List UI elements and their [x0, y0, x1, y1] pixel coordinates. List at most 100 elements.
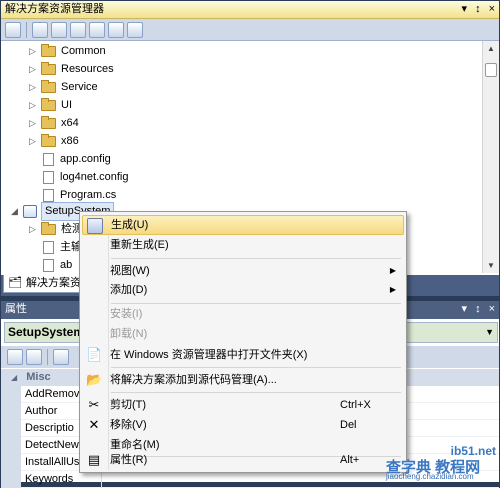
- menu-item-label: 剪切(T): [110, 399, 147, 411]
- menu-item-label: 卸载(N): [110, 328, 148, 340]
- menu-shortcut: Alt+: [340, 454, 360, 466]
- menu-item-add[interactable]: 添加(D) ▶: [82, 280, 404, 300]
- pin-icon[interactable]: ↕: [475, 1, 481, 18]
- output-file-icon: [43, 241, 54, 254]
- tree-item-common[interactable]: ▷ Common: [29, 43, 106, 60]
- expand-arrow-icon[interactable]: ▷: [29, 61, 41, 78]
- config-file-icon: [43, 153, 54, 166]
- properties-title: 属性: [5, 303, 27, 315]
- object-name: SetupSystem: [8, 325, 85, 339]
- menu-item-view[interactable]: 视图(W) ▶: [82, 261, 404, 281]
- close-icon[interactable]: ×: [489, 1, 495, 18]
- tree-vertical-scrollbar[interactable]: ▲ ▼: [482, 41, 499, 273]
- tree-item-ui[interactable]: ▷ UI: [29, 97, 72, 114]
- expand-arrow-icon[interactable]: ▷: [29, 97, 41, 114]
- chevron-down-icon[interactable]: ▼: [485, 323, 494, 342]
- property-name: Keywords: [25, 473, 74, 485]
- expand-arrow-icon[interactable]: ▷: [29, 79, 41, 96]
- tree-item-log4net-config[interactable]: log4net.config: [41, 169, 129, 186]
- remove-icon: ✕: [88, 417, 100, 432]
- folder-icon: [41, 44, 56, 57]
- solution-explorer-toolbar: [1, 19, 499, 41]
- tree-item-resources[interactable]: ▷ Resources: [29, 61, 114, 78]
- scroll-up-icon[interactable]: ▲: [487, 44, 495, 53]
- solution-explorer-title-bar[interactable]: 解决方案资源管理器 ▾ ↕ ×: [1, 1, 499, 19]
- property-value[interactable]: [101, 471, 500, 488]
- scroll-thumb[interactable]: [485, 63, 497, 77]
- window-position-icon[interactable]: ▾: [462, 1, 468, 18]
- row-gutter: [1, 403, 21, 420]
- tab-solution-explorer[interactable]: 🗂 解决方案资: [3, 275, 88, 293]
- folder-icon: [41, 80, 56, 93]
- property-pages-icon[interactable]: [53, 349, 69, 365]
- show-all-files-icon[interactable]: [32, 21, 48, 38]
- setup-project-icon: [23, 205, 37, 218]
- tree-item-detect[interactable]: ▷ 检测: [29, 221, 83, 238]
- csharp-file-icon: [43, 189, 54, 202]
- menu-separator: [111, 367, 401, 368]
- row-gutter: [1, 420, 21, 437]
- menu-item-properties[interactable]: ▤ 属性(R) Alt+: [82, 450, 404, 470]
- view-code-icon[interactable]: [70, 21, 86, 38]
- folder-icon: [41, 98, 56, 111]
- expand-arrow-icon[interactable]: ▷: [29, 43, 41, 60]
- solution-explorer-tab-icon: 🗂: [8, 277, 22, 289]
- tree-item-primary-output[interactable]: 主输: [41, 239, 82, 256]
- folder-icon: [41, 134, 56, 147]
- property-name: Author: [25, 405, 58, 417]
- folder-icon: [41, 62, 56, 75]
- cut-icon: ✂: [88, 397, 100, 412]
- tree-item-x86[interactable]: ▷ x86: [29, 133, 79, 150]
- menu-item-uninstall[interactable]: 卸载(N): [82, 324, 404, 344]
- close-icon[interactable]: ×: [489, 301, 495, 318]
- expand-arrow-icon[interactable]: ▷: [29, 115, 41, 132]
- tree-item-label: ab: [60, 259, 73, 271]
- submenu-arrow-icon: ▶: [389, 285, 396, 294]
- class-diagram-icon[interactable]: [108, 21, 124, 38]
- source-control-icon: 📂: [86, 372, 103, 387]
- build-icon: [87, 218, 103, 234]
- menu-item-rebuild[interactable]: 重新生成(E): [82, 235, 404, 255]
- row-gutter: [1, 454, 21, 471]
- expand-arrow-icon[interactable]: ▷: [29, 221, 41, 238]
- submenu-arrow-icon: ▶: [389, 266, 396, 275]
- collapse-arrow-icon[interactable]: ◢: [11, 203, 23, 220]
- property-name: Descriptio: [25, 422, 74, 434]
- view-designer-icon[interactable]: [89, 21, 105, 38]
- alphabetical-icon[interactable]: [26, 349, 42, 365]
- tree-item-label: Common: [61, 45, 106, 57]
- window-position-icon[interactable]: ▾: [462, 301, 468, 318]
- tree-item-x64[interactable]: ▷ x64: [29, 115, 79, 132]
- scroll-down-icon[interactable]: ▼: [487, 261, 495, 270]
- properties-icon[interactable]: [5, 21, 21, 38]
- menu-item-remove[interactable]: ✕ 移除(V) Del: [82, 415, 404, 435]
- tree-item-app-config[interactable]: app.config: [41, 151, 111, 168]
- toolbar-separator: [47, 349, 48, 365]
- menu-item-add-to-source-control[interactable]: 📂 将解决方案添加到源代码管理(A)...: [82, 370, 404, 390]
- copy-website-icon[interactable]: [127, 21, 143, 38]
- open-folder-icon: 📄: [86, 347, 103, 362]
- refresh-icon[interactable]: [51, 21, 67, 38]
- menu-item-label: 移除(V): [110, 419, 147, 431]
- property-row[interactable]: Keywords: [1, 471, 499, 488]
- solution-explorer-title: 解决方案资源管理器: [5, 3, 104, 15]
- collapse-arrow-icon[interactable]: ◢: [11, 373, 17, 382]
- menu-item-build[interactable]: 生成(U): [82, 215, 404, 235]
- property-name: AddRemov: [25, 388, 80, 400]
- menu-item-open-in-explorer[interactable]: 📄 在 Windows 资源管理器中打开文件夹(X): [82, 345, 404, 365]
- tree-item-service[interactable]: ▷ Service: [29, 79, 98, 96]
- property-name: DetectNew: [25, 439, 79, 451]
- menu-item-label: 安装(I): [110, 308, 143, 320]
- folder-icon: [41, 116, 56, 129]
- file-icon: [43, 259, 54, 272]
- pin-icon[interactable]: ↕: [475, 301, 481, 318]
- menu-item-cut[interactable]: ✂ 剪切(T) Ctrl+X: [82, 395, 404, 415]
- menu-item-install[interactable]: 安装(I): [82, 304, 404, 324]
- menu-item-label: 添加(D): [110, 284, 148, 296]
- menu-item-label: 视图(W): [110, 265, 150, 277]
- tree-item-label: Resources: [61, 63, 114, 75]
- tree-item-ab[interactable]: ab: [41, 257, 72, 273]
- categorized-icon[interactable]: [7, 349, 23, 365]
- menu-item-label: 属性(R): [110, 454, 148, 466]
- expand-arrow-icon[interactable]: ▷: [29, 133, 41, 150]
